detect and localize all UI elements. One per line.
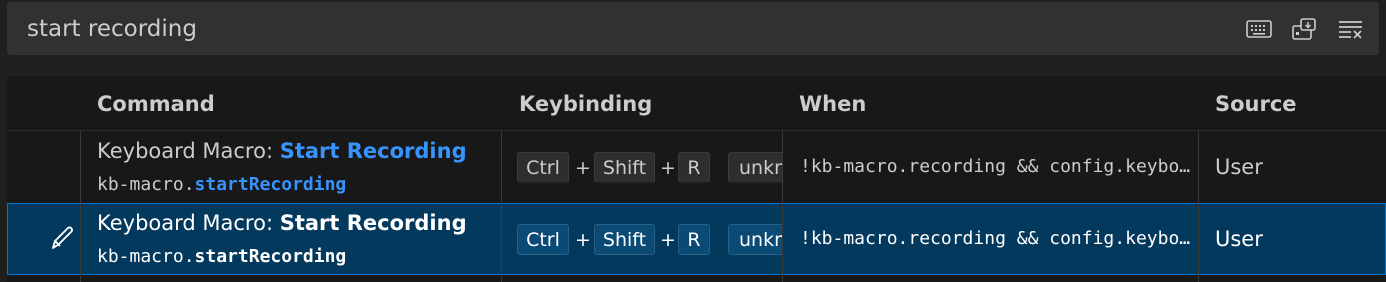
key-label: R (678, 224, 710, 255)
command-title: Keyboard Macro: Start Recording (97, 211, 467, 235)
keybinding-cell: Ctrl + Shift + R unknown (517, 131, 782, 203)
key-label: R (678, 152, 710, 183)
clear-filter-icon[interactable] (1337, 15, 1365, 43)
command-id: kb-macro.startRecording (97, 246, 347, 267)
search-input[interactable] (7, 2, 1207, 55)
when-clause: !kb-macro.recording && config.keyboardMa… (800, 228, 1198, 249)
table-row-selected[interactable]: Keyboard Macro: Start Recording kb-macro… (7, 203, 1386, 275)
plus-separator: + (660, 229, 676, 251)
column-divider[interactable] (782, 131, 783, 282)
table-row[interactable]: Keyboard Macro: Start Recording kb-macro… (7, 131, 1386, 203)
edit-pencil-icon[interactable] (47, 224, 77, 254)
column-header-keybinding[interactable]: Keybinding (519, 76, 652, 130)
column-header-command[interactable]: Command (97, 76, 215, 130)
search-actions (1245, 2, 1365, 55)
key-label: Ctrl (517, 224, 569, 255)
key-label: Shift (594, 224, 655, 255)
plus-separator: + (660, 157, 676, 179)
column-header-source[interactable]: Source (1215, 76, 1297, 130)
command-id: kb-macro.startRecording (97, 174, 347, 195)
column-divider[interactable] (501, 131, 502, 282)
key-label: Shift (594, 152, 655, 183)
plus-separator: + (575, 157, 591, 179)
when-clause: !kb-macro.recording && config.keyboardMa… (800, 156, 1198, 177)
column-header-when[interactable]: When (799, 76, 866, 130)
key-label: unknown (728, 224, 782, 255)
column-divider[interactable] (80, 131, 81, 282)
record-keys-icon[interactable] (1291, 15, 1319, 43)
command-title: Keyboard Macro: Start Recording (97, 139, 467, 163)
column-divider[interactable] (1198, 131, 1199, 282)
key-label: Ctrl (517, 152, 569, 183)
keybindings-table: Command Keybinding When Source Keyboard … (7, 76, 1386, 282)
keybindings-search-bar (7, 2, 1379, 55)
plus-separator: + (575, 229, 591, 251)
key-label: unknown (728, 152, 782, 183)
keybinding-cell: Ctrl + Shift + R unknown (517, 203, 782, 275)
keyboard-icon[interactable] (1245, 15, 1273, 43)
source-label: User (1215, 155, 1263, 179)
source-label: User (1215, 227, 1263, 251)
table-header: Command Keybinding When Source (7, 76, 1386, 131)
